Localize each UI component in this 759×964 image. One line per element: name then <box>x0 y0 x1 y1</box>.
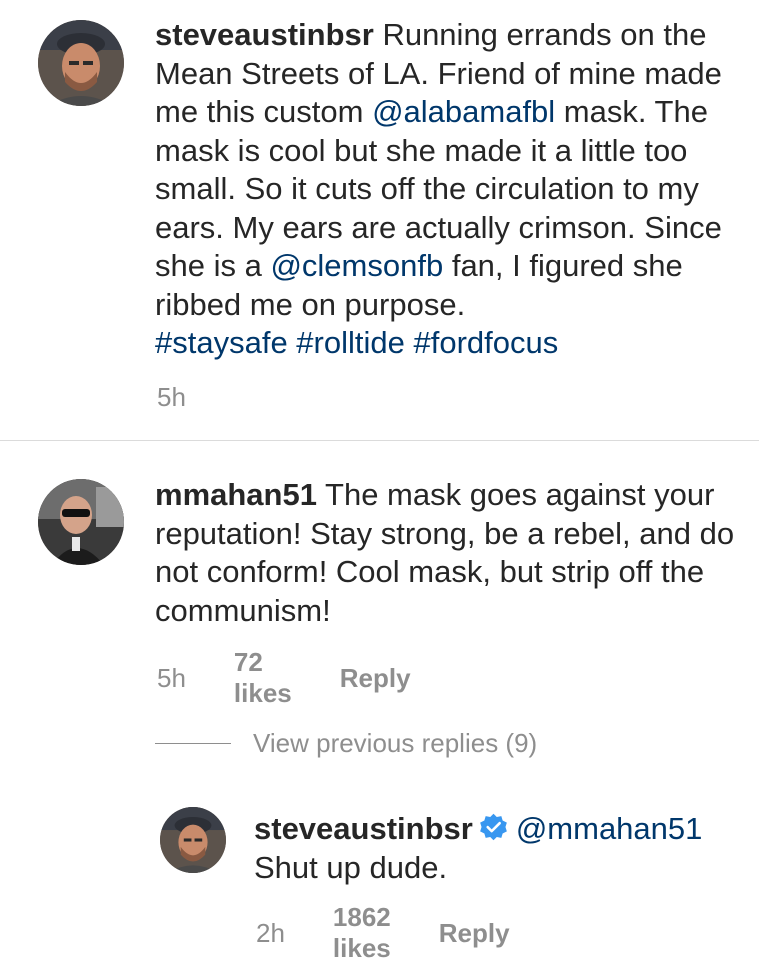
reply-mention[interactable]: @mmahan51 <box>516 811 703 846</box>
divider <box>0 440 759 441</box>
caption-mention-link[interactable]: @alabamafbl <box>372 94 555 129</box>
profile-photo-icon <box>38 20 124 106</box>
reply-likes[interactable]: 1862 likes <box>333 902 391 964</box>
reply-time: 2h <box>256 917 285 948</box>
reply-body: Shut up dude. <box>254 849 448 885</box>
verified-badge-icon <box>479 813 507 841</box>
replies-divider-line <box>155 743 231 744</box>
reply-button[interactable]: Reply <box>439 918 510 949</box>
comment-meta: 5h 72 likes Reply <box>157 647 411 709</box>
post-meta: 5h <box>157 382 234 413</box>
avatar[interactable] <box>38 479 124 565</box>
post-username[interactable]: steveaustinbsr <box>155 17 374 52</box>
comment-time: 5h <box>157 662 186 693</box>
avatar[interactable] <box>38 20 124 106</box>
reply-meta: 2h 1862 likes Reply <box>256 902 510 964</box>
caption-text: steveaustinbsr Running errands on the Me… <box>155 16 755 363</box>
caption-body: Running errands on the Mean Streets of L… <box>155 17 722 322</box>
comment-text: mmahan51 The mask goes against your repu… <box>155 476 755 630</box>
reply-text: steveaustinbsr @mmahan51 Shut up dude. <box>254 810 754 887</box>
comment-username[interactable]: mmahan51 <box>155 477 317 512</box>
profile-photo-icon <box>160 807 226 873</box>
caption-mention-link[interactable]: @clemsonfb <box>270 248 443 283</box>
avatar[interactable] <box>160 807 226 873</box>
view-replies-label: View previous replies (9) <box>253 728 538 758</box>
view-previous-replies-button[interactable]: View previous replies (9) <box>155 728 537 759</box>
reply-button[interactable]: Reply <box>340 663 411 694</box>
comment-likes[interactable]: 72 likes <box>234 647 292 709</box>
hashtags[interactable]: #staysafe #rolltide #fordfocus <box>155 325 558 360</box>
profile-photo-icon <box>38 479 124 565</box>
post-time: 5h <box>157 382 186 412</box>
reply-username[interactable]: steveaustinbsr <box>254 811 473 846</box>
